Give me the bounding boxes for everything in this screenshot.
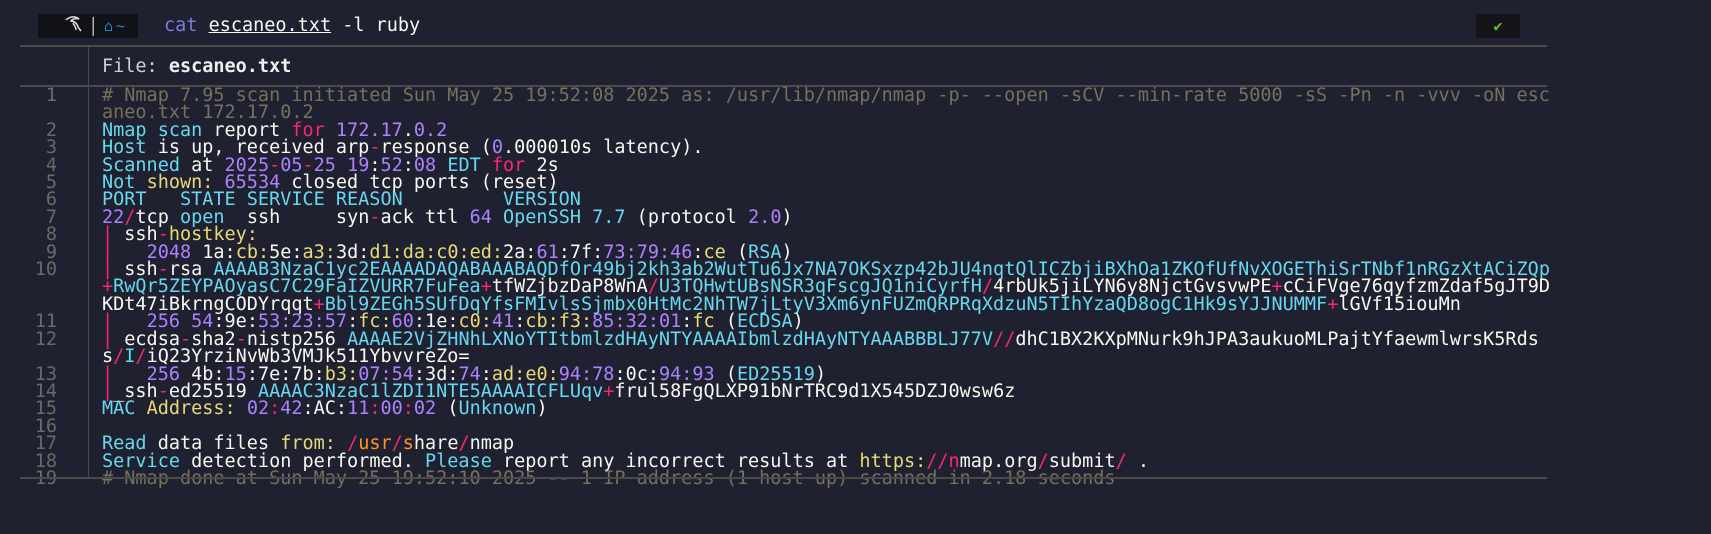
success-check-icon: ✔ [1476,14,1520,38]
syntax-token: // [993,328,1016,350]
code-line-text: 22/tcp open ssh syn-ack ttl 64 OpenSSH 7… [102,206,1552,228]
syntax-token: ack ttl [380,206,470,228]
syntax-token: . [1126,450,1150,472]
syntax-token: OpenSSH 7.7 [503,206,626,228]
syntax-token: 2.0 [748,206,782,228]
line-number: 10 [34,259,57,281]
syntax-token: 02 [246,398,270,420]
syntax-token: : [369,398,381,420]
syntax-token: + [1327,293,1339,315]
syntax-token: MAC [102,398,147,420]
line-number: 17 [34,433,57,455]
file-header: File: escaneo.txt [102,56,291,78]
bottom-divider [20,477,1547,479]
prompt-dir-segment: ⌂ ~ [100,14,138,38]
syntax-token: lGVf15iouMn [1338,293,1461,315]
code-line-text: MAC Address: 02:42:AC:11:00:02 (Unknown) [102,398,1552,420]
gutter-line [88,87,89,477]
syntax-token: :AC: [302,398,348,420]
syntax-token: ( [436,398,459,420]
line-number-gutter: 1 2 3 4 5 6 7 8 9 10 11 12 13 14 15 16 17 18 19 [20,85,57,488]
header-gutter-line [88,47,89,85]
code-line-text: # Nmap 7.95 scan initiated Sun May 25 19… [102,85,1552,124]
syntax-token: 00 [380,398,403,420]
command-args: -l ruby [331,15,421,36]
prompt-dir: ~ [116,17,126,35]
line-number: 3 [45,137,57,159]
syntax-token: frul58FgQLXP91bNrTRC9d1X545DZJ0wsw6z [614,380,1016,402]
code-line: # Nmap 7.95 scan initiated Sun May 25 19… [102,85,1552,124]
code-line: | ssh-rsa AAAAB3NzaC1yc2EAAAADAQABAAABAQ… [102,260,1552,315]
syntax-token: ) [781,206,793,228]
file-label: File: [102,56,169,77]
command-line[interactable]: cat escaneo.txt -l ruby [164,14,420,38]
syntax-token: Address: [146,398,236,420]
syntax-token: ) [536,398,548,420]
syntax-token: : [402,398,414,420]
code-line-text: | ssh-rsa AAAAB3NzaC1yc2EAAAADAQABAAABAQ… [102,260,1552,315]
prompt-os-segment: │ [38,14,102,38]
syntax-token: 02 [413,398,437,420]
syntax-token: 42 [280,398,303,420]
syntax-token: : [269,398,281,420]
kali-dragon-icon [64,15,84,37]
command-name: cat [164,15,198,36]
syntax-token: / [1115,450,1127,472]
syntax-token: Unknown [458,398,537,420]
file-name: escaneo.txt [168,56,292,77]
syntax-token: 11 [347,398,370,420]
line-number: 1 [45,85,57,106]
syntax-token: - [369,206,381,228]
syntax-token: + [603,380,615,402]
prompt-separator: │ [88,16,98,36]
top-divider [20,45,1547,47]
shell-prompt: │ ⌂ ~ cat escaneo.txt -l ruby ✔ [0,14,1711,38]
code-line: | ecdsa-sha2-nistp256 AAAAE2VjZHNhLXNoYT… [102,328,1552,366]
syntax-token: (protocol [625,206,749,228]
code-line: 22/tcp open ssh syn-ack ttl 64 OpenSSH 7… [102,206,1552,228]
syntax-token: 64 [469,206,492,228]
syntax-token: # Nmap 7.95 scan initiated Sun May 25 19… [102,85,1550,124]
line-number: 12 [34,328,57,350]
file-content[interactable]: # Nmap 7.95 scan initiated Sun May 25 19… [102,85,1552,488]
syntax-token [492,207,503,228]
code-line: MAC Address: 02:42:AC:11:00:02 (Unknown) [102,398,1552,420]
command-file-arg: escaneo.txt [208,15,332,36]
code-line-text: | ecdsa-sha2-nistp256 AAAAE2VjZHNhLXNoYT… [102,328,1552,366]
syntax-token [236,398,247,419]
home-icon: ⌂ [104,17,114,35]
